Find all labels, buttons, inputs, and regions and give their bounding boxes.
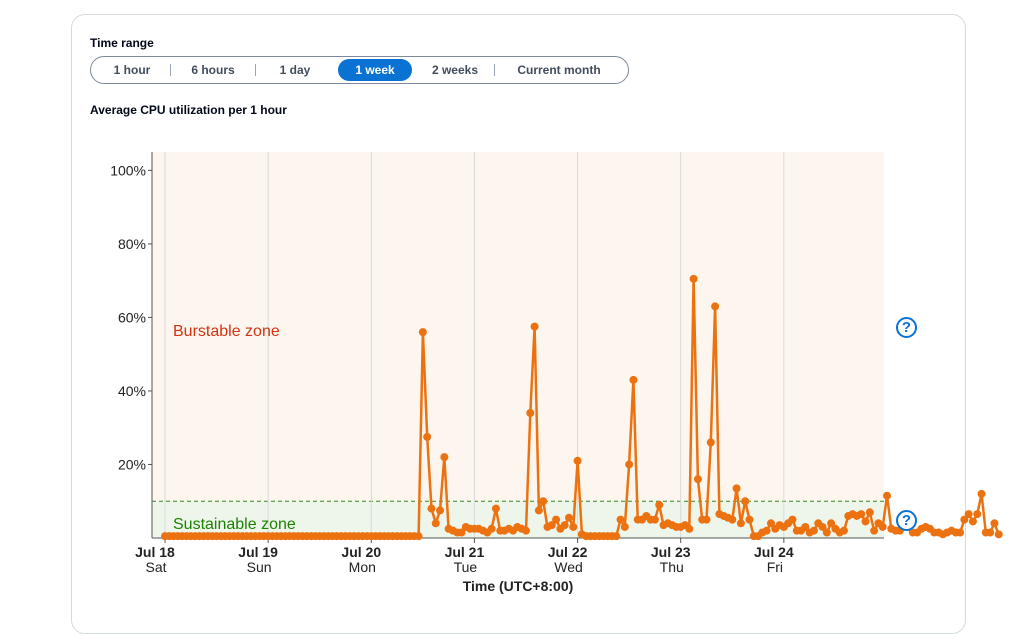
cpu-data-point (440, 453, 449, 462)
cpu-data-point (878, 522, 887, 531)
cpu-data-point (625, 460, 634, 469)
cpu-data-point (423, 432, 432, 441)
cpu-data-point (964, 510, 973, 519)
cpu-data-point (883, 491, 891, 500)
cpu-data-point (745, 515, 754, 524)
cpu-data-point (861, 517, 870, 526)
cpu-data-point (612, 532, 621, 541)
cpu-data-point (560, 521, 569, 530)
cpu-data-point (414, 532, 423, 541)
cpu-data-point (650, 515, 659, 524)
y-tick-label: 60% (118, 309, 146, 325)
cpu-data-point (552, 515, 561, 524)
cpu-data-point (655, 500, 664, 509)
cpu-data-point (573, 456, 582, 465)
x-tick-day-label: Sun (247, 559, 272, 575)
cpu-data-point (564, 513, 573, 522)
cpu-data-point (994, 530, 1003, 539)
cpu-data-point (491, 504, 500, 513)
x-tick-date-label: Jul 22 (548, 544, 588, 560)
cpu-data-point (741, 497, 750, 506)
cpu-data-point (990, 519, 999, 528)
burstable-zone-label: Burstable zone (173, 323, 280, 340)
cpu-data-point (840, 526, 849, 535)
x-tick-day-label: Wed (554, 559, 583, 575)
x-tick-date-label: Jul 20 (341, 544, 381, 560)
cpu-data-point (762, 526, 771, 535)
cpu-data-point (870, 526, 879, 535)
x-axis-label: Time (UTC+8:00) (463, 578, 574, 594)
x-tick-day-label: Sat (145, 559, 166, 575)
cpu-data-point (956, 528, 965, 537)
cpu-utilization-chart: 20% 40% 60% 80% 100% Jul 18Sat Jul 19Sun Jul 20… (110, 152, 1003, 594)
y-tick-label: 80% (118, 236, 146, 252)
x-tick-day-label: Fri (767, 559, 783, 575)
cpu-data-point (706, 438, 715, 447)
sustainable-zone-label: Sustainable zone (173, 516, 296, 533)
cpu-data-point (968, 517, 977, 526)
cpu-data-point (986, 528, 995, 537)
cpu-data-point (526, 409, 535, 418)
cpu-data-point (689, 274, 698, 283)
cpu-data-point (809, 526, 818, 535)
x-tick-date-label: Jul 21 (445, 544, 485, 560)
cpu-data-point (977, 489, 986, 498)
cpu-data-point (736, 519, 745, 528)
x-tick-date-label: Jul 23 (651, 544, 691, 560)
y-tick-label: 100% (110, 162, 146, 178)
x-tick-date-label: Jul 24 (754, 544, 794, 560)
cpu-data-point (418, 328, 427, 337)
x-tick-date-label: Jul 18 (135, 544, 175, 560)
cpu-data-point (539, 497, 548, 506)
cpu-data-point (865, 508, 874, 517)
y-tick-label: 20% (118, 456, 146, 472)
cpu-data-point (728, 515, 737, 524)
cpu-data-point (487, 524, 496, 533)
x-tick-date-label: Jul 19 (238, 544, 278, 560)
cpu-data-point (857, 510, 866, 519)
cpu-data-point (711, 302, 720, 311)
cpu-data-point (788, 515, 797, 524)
cpu-data-point (616, 515, 625, 524)
cpu-data-point (693, 475, 702, 484)
cpu-data-point (431, 519, 440, 528)
cpu-data-point (629, 375, 638, 384)
x-tick-day-label: Mon (349, 559, 376, 575)
cpu-data-point (530, 322, 539, 331)
cpu-data-point (427, 504, 436, 513)
cpu-data-point (702, 515, 711, 524)
cpu-data-point (973, 510, 982, 519)
cpu-data-point (620, 522, 629, 531)
cpu-data-point (534, 506, 543, 515)
burstable-zone-help-icon[interactable]: ? (896, 317, 917, 338)
cpu-data-point (822, 528, 831, 537)
cpu-data-point (436, 506, 445, 515)
cpu-data-point (569, 522, 578, 531)
x-tick-day-label: Tue (454, 559, 478, 575)
sustainable-zone-help-icon[interactable]: ? (896, 510, 917, 531)
x-tick-day-label: Thu (660, 559, 684, 575)
cpu-data-point (732, 484, 741, 493)
cpu-data-point (522, 526, 530, 535)
y-tick-label: 40% (118, 383, 146, 399)
cpu-data-point (685, 524, 694, 533)
